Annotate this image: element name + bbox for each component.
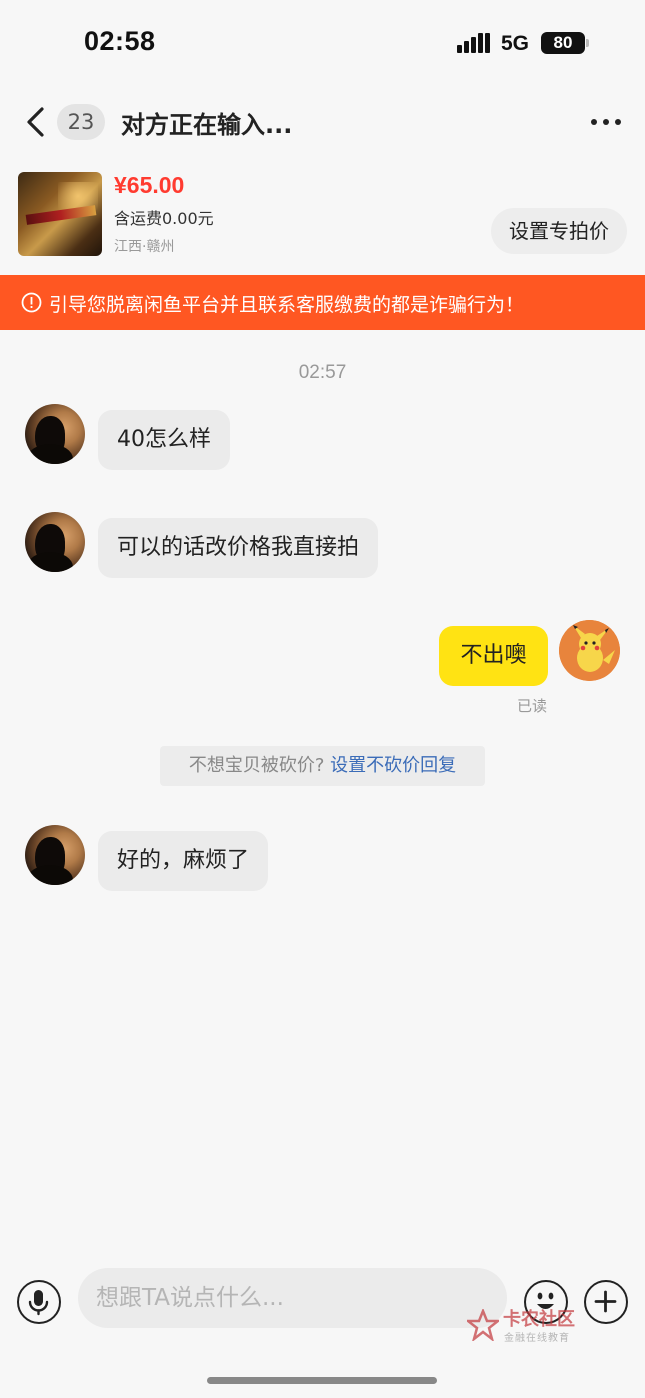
no-bargain-tip-text: 不想宝贝被砍价? [188,755,331,776]
unread-count-badge[interactable]: 23 [57,104,105,140]
watermark: 卡农社区 金融在线教育 [467,1305,587,1345]
back-arrow-icon[interactable] [22,106,48,138]
incoming-message-bubble[interactable]: 可以的话改价格我直接拍 [98,518,379,578]
other-user-avatar[interactable] [25,404,85,464]
more-actions-button[interactable] [584,1280,628,1324]
warning-text: 引导您脱离闲鱼平台并且联系客服缴费的都是诈骗行为！ [49,294,525,316]
product-thumbnail[interactable] [18,172,102,256]
microphone-icon [28,1290,49,1316]
voice-input-button[interactable] [17,1280,61,1324]
product-location: 江西·赣州 [114,239,175,255]
incoming-message-bubble[interactable]: 好的，麻烦了 [98,831,269,891]
battery-level: 80 [541,32,585,54]
message-input[interactable] [78,1268,507,1328]
watermark-subtitle: 金融在线教育 [504,1333,570,1344]
network-type: 5G [501,32,530,55]
self-avatar[interactable] [559,620,620,681]
chat-timestamp: 02:57 [298,362,347,383]
battery-tip [586,39,589,47]
watermark-logo-icon [467,1309,499,1341]
product-price: ¥65.00 [114,172,185,198]
set-no-bargain-reply-link[interactable]: 设置不砍价回复 [330,755,456,776]
read-receipt: 已读 [517,697,548,715]
more-options-icon[interactable] [587,110,625,134]
status-bar: 02:58 5G 80 [0,0,645,90]
watermark-title: 卡农社区 [503,1309,575,1330]
product-card[interactable]: ¥65.00 含运费0.00元 江西·赣州 设置专拍价 [0,160,645,272]
incoming-message-bubble[interactable]: 40怎么样 [98,410,230,470]
outgoing-message-bubble[interactable]: 不出噢 [439,626,548,686]
warning-circle-icon [21,292,42,313]
plus-icon [594,1290,617,1313]
nav-bar: 23 对方正在输入... [0,92,645,154]
status-time: 02:58 [84,26,156,56]
cellular-signal-icon [457,33,490,53]
product-shipping: 含运费0.00元 [114,209,214,228]
chat-title: 对方正在输入... [121,111,293,139]
no-bargain-tip: 不想宝贝被砍价? 设置不砍价回复 [160,746,485,786]
scam-warning-banner: 引导您脱离闲鱼平台并且联系客服缴费的都是诈骗行为！ [0,275,645,330]
other-user-avatar[interactable] [25,825,85,885]
battery-icon: 80 [541,32,589,54]
set-special-price-button[interactable]: 设置专拍价 [491,208,627,254]
other-user-avatar[interactable] [25,512,85,572]
home-indicator[interactable] [207,1377,437,1384]
pikachu-avatar-icon [559,620,620,681]
